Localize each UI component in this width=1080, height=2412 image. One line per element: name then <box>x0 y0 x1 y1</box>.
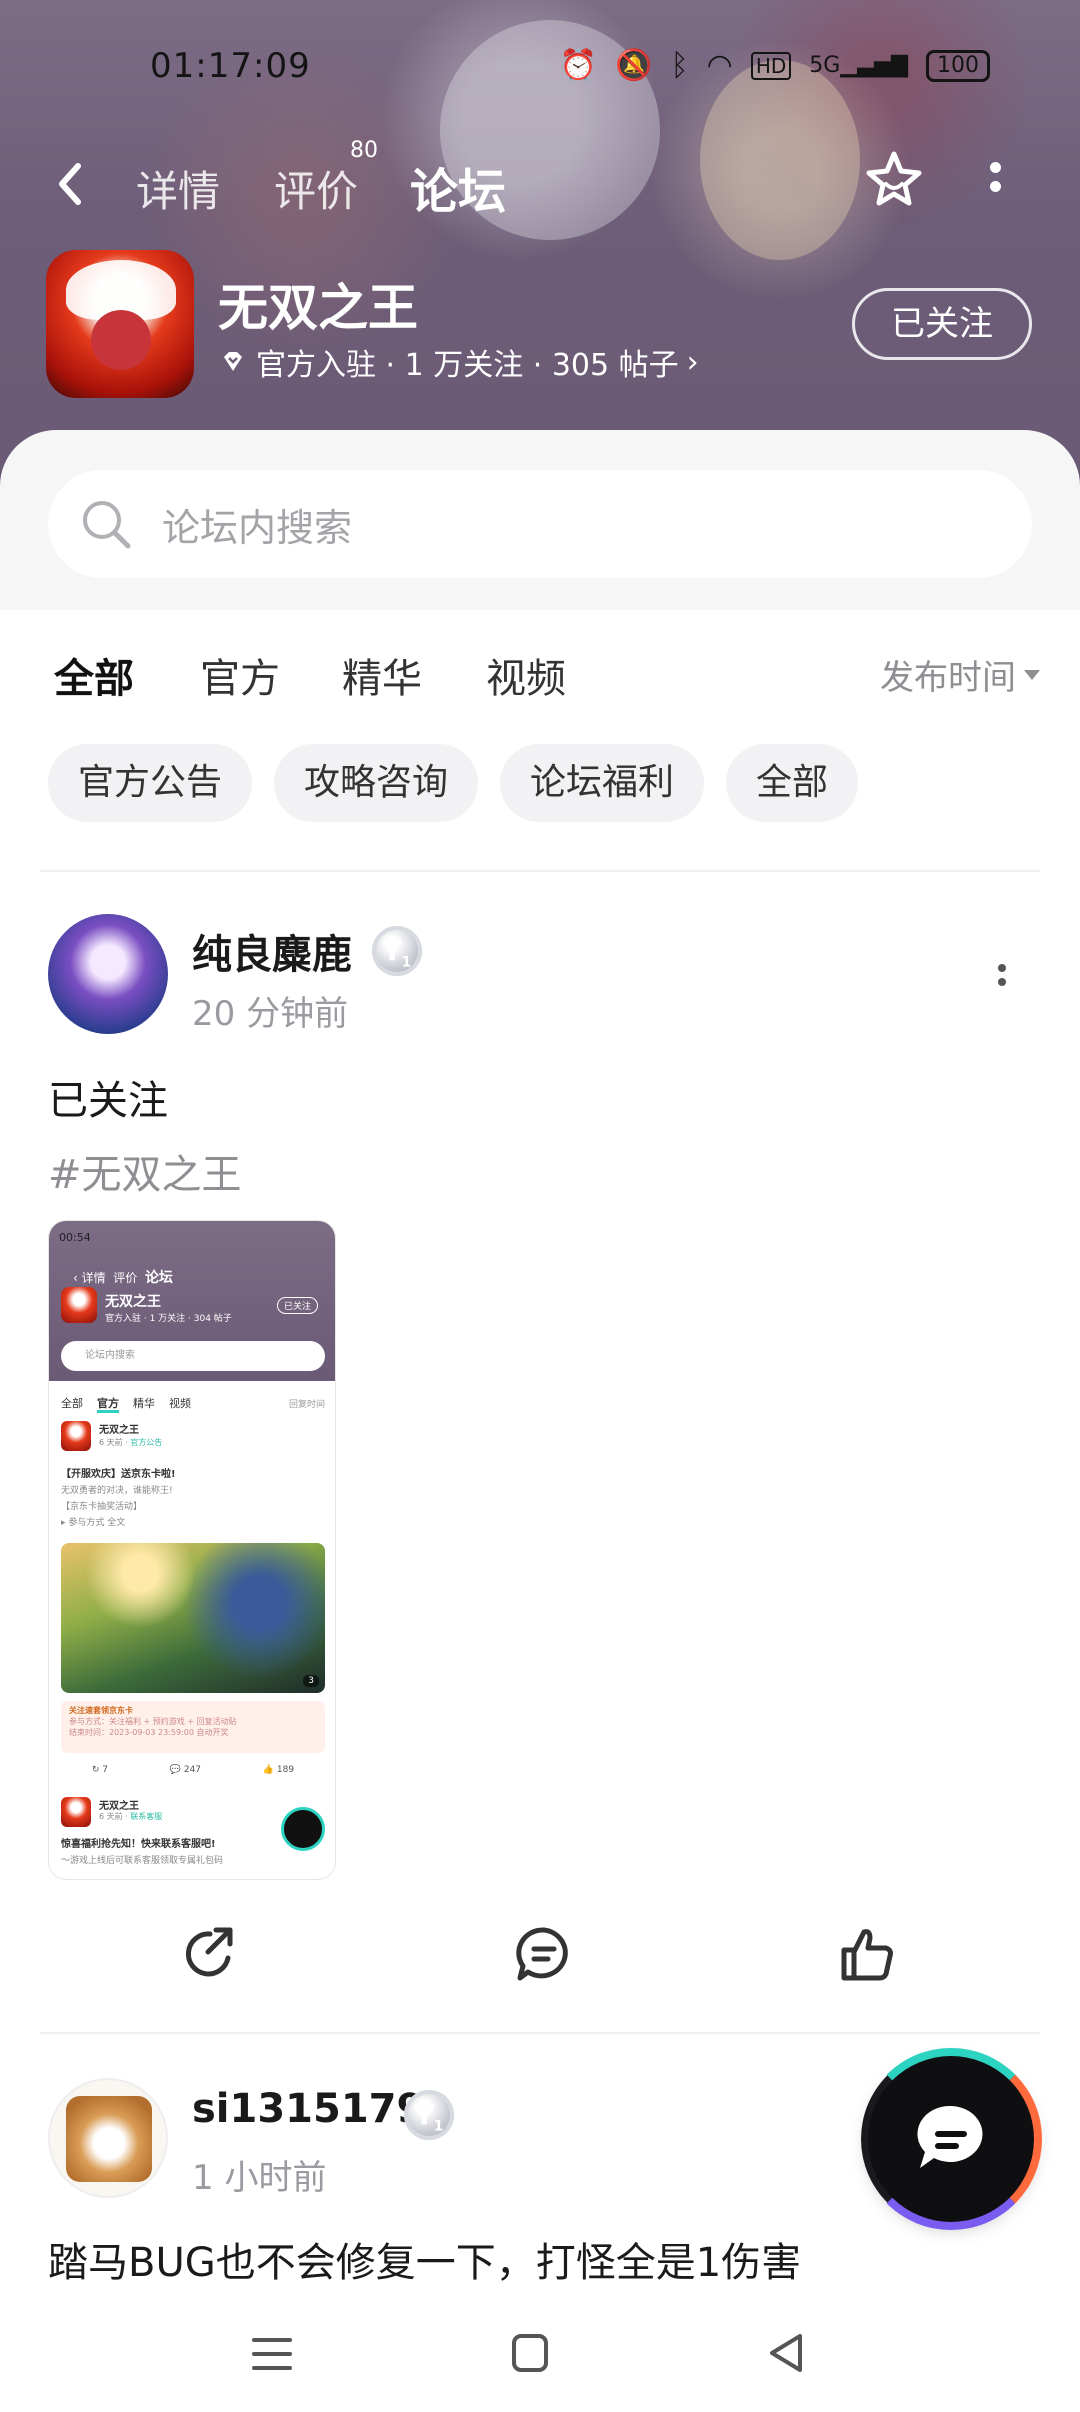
forum-header: 01:17:09 ⏰ 🔕 ᛒ ◠ HD 5G▁▃▅▇ 100 详情 评价 80 … <box>0 0 1080 500</box>
sort-label: 发布时间 <box>880 658 1016 698</box>
comment-button[interactable] <box>512 1922 576 1986</box>
screenshot-title: 无双之王 <box>105 1294 161 1310</box>
screenshot-line: ▸ 参与方式 全文 <box>61 1518 126 1528</box>
chat-icon <box>917 2105 983 2168</box>
screenshot-line: ～游戏上线后可联系客服领取专属礼包码 <box>61 1856 224 1866</box>
filter-tabs: 全部 官方 精华 视频 发布时间 <box>0 640 1080 710</box>
avatar[interactable] <box>48 914 168 1034</box>
level-badge: T1 <box>404 2090 454 2140</box>
post-more-button[interactable] <box>992 958 1012 998</box>
system-nav-bar <box>0 2300 1080 2412</box>
mute-icon: 🔕 <box>615 48 653 83</box>
tab-forum[interactable]: 论坛 <box>410 152 507 224</box>
chevron-left-icon <box>59 163 81 205</box>
screenshot-sort: 回复时间 <box>288 1400 325 1410</box>
category-chips: 官方公告 攻略咨询 论坛福利 全部 <box>48 744 859 822</box>
sort-dropdown[interactable]: 发布时间 <box>880 650 1040 699</box>
post-image[interactable]: 00:54 ‹ 详情 评价 论坛 无双之王 官方入驻 · 1 万关注 · 304… <box>48 1220 336 1880</box>
avatar[interactable] <box>48 2078 168 2198</box>
chip-all[interactable]: 全部 <box>726 744 859 822</box>
follow-button[interactable]: 已关注 <box>852 288 1032 360</box>
square-home-icon <box>512 2334 548 2372</box>
chip-guides[interactable]: 攻略咨询 <box>274 744 479 822</box>
status-time: 01:17:09 <box>150 46 311 86</box>
menu-button[interactable] <box>242 2324 302 2384</box>
system-back-button[interactable] <box>758 2324 818 2384</box>
screenshot-follow: 已关注 <box>277 1297 319 1314</box>
screenshot-game-icon <box>61 1287 97 1323</box>
thumbs-up-icon <box>841 1929 893 1981</box>
screenshot-meta: 官方入驻 · 1 万关注 · 304 帖子 <box>105 1314 232 1324</box>
hd-icon: HD <box>750 51 792 80</box>
divider <box>40 870 1040 872</box>
game-icon <box>46 250 194 398</box>
filter-tab-video[interactable]: 视频 <box>486 646 566 704</box>
more-options-button[interactable] <box>980 154 1010 214</box>
star-icon <box>866 151 922 206</box>
post-topic-tag[interactable]: #无双之王 <box>48 1142 242 1200</box>
post-time: 1 小时前 <box>192 2158 327 2198</box>
share-button[interactable] <box>178 1922 242 1986</box>
bluetooth-icon: ᛒ <box>670 48 689 83</box>
5g-signal-icon: 5G▁▃▅▇ <box>809 53 908 78</box>
alarm-icon: ⏰ <box>559 48 598 83</box>
status-bar: 01:17:09 ⏰ 🔕 ᛒ ◠ HD 5G▁▃▅▇ 100 <box>0 40 1080 100</box>
post-text[interactable]: 已关注 <box>48 1068 168 1126</box>
chat-fab-button[interactable] <box>860 2048 1042 2230</box>
like-button[interactable] <box>836 1922 900 1986</box>
filter-tab-featured[interactable]: 精华 <box>342 646 422 704</box>
back-button[interactable] <box>50 154 110 214</box>
game-meta[interactable]: 官方入驻 · 1 万关注 · 305 帖子 › <box>218 340 699 384</box>
share-icon <box>185 1927 233 1977</box>
favorite-button[interactable] <box>862 148 926 212</box>
screenshot-time: 00:54 <box>59 1231 91 1244</box>
official-diamond-icon <box>224 352 242 371</box>
screenshot-nav: ‹ 详情 评价 论坛 <box>73 1270 173 1286</box>
status-icons: ⏰ 🔕 ᛒ ◠ HD 5G▁▃▅▇ 100 <box>560 48 990 83</box>
home-button[interactable] <box>500 2324 560 2384</box>
game-stats: 官方入驻 · 1 万关注 · 305 帖子 <box>256 348 679 383</box>
divider <box>40 2032 1040 2034</box>
screenshot-event-card: 关注速套领京东卡 参与方式：关注福利 + 预约游戏 + 回复活动贴 结束时间：2… <box>61 1701 325 1753</box>
filter-tab-all[interactable]: 全部 <box>54 646 134 708</box>
level-badge: T1 <box>372 926 422 976</box>
chip-benefits[interactable]: 论坛福利 <box>500 744 705 822</box>
tab-reviews[interactable]: 评价 <box>274 158 358 219</box>
screenshot-chat-icon <box>281 1807 325 1851</box>
screenshot-artwork: 3 <box>61 1543 325 1693</box>
post-username[interactable]: si1315179 <box>192 2086 424 2132</box>
screenshot-line: 【京东卡抽奖活动】 <box>61 1502 143 1512</box>
comment-icon <box>516 1927 568 1981</box>
menu-icon <box>252 2338 292 2370</box>
game-title: 无双之王 <box>218 279 418 337</box>
search-placeholder: 论坛内搜索 <box>162 505 353 550</box>
tab-details[interactable]: 详情 <box>136 158 220 219</box>
screenshot-search: 论坛内搜索 <box>61 1341 325 1371</box>
filter-tab-official[interactable]: 官方 <box>200 646 280 704</box>
search-section: 论坛内搜索 <box>0 430 1080 610</box>
reviews-count-badge: 80 <box>350 138 378 163</box>
post-username[interactable]: 纯良麋鹿 <box>192 922 352 980</box>
caret-down-icon <box>1024 669 1040 680</box>
triangle-back-icon <box>770 2334 802 2372</box>
search-input[interactable]: 论坛内搜索 <box>48 470 1032 578</box>
post-time: 20 分钟前 <box>192 994 349 1034</box>
wifi-icon: ◠ <box>706 48 733 83</box>
screenshot-line: 惊喜福利抢先知！快来联系客服吧! <box>61 1839 216 1850</box>
screenshot-line: 【开服欢庆】送京东卡啦! <box>61 1469 176 1480</box>
screenshot-tabs: 全部 官方 精华 视频 <box>61 1395 205 1413</box>
screenshot-actions: ↻ 7 💬 247 👍 189 <box>91 1765 295 1775</box>
screenshot-line: 无双勇者的对决，谁能称王! <box>61 1486 173 1496</box>
battery-icon: 100 <box>926 49 990 82</box>
post-text[interactable]: 踏马BUG也不会修复一下，打怪全是1伤害 <box>48 2230 801 2288</box>
chip-announcements[interactable]: 官方公告 <box>48 744 253 822</box>
search-icon <box>83 501 131 549</box>
chevron-right-icon: › <box>686 344 699 380</box>
top-nav: 详情 评价 80 论坛 <box>0 138 1080 230</box>
